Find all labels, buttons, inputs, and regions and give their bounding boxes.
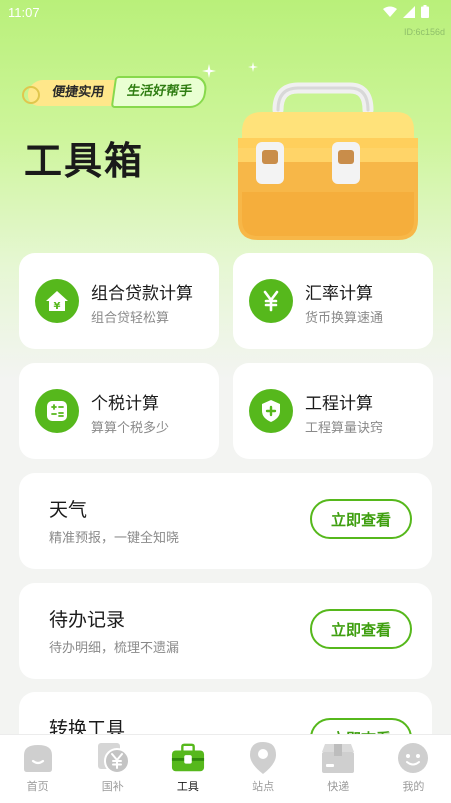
tag-convenient: 便捷实用 [26, 80, 120, 106]
tool-card-engineering[interactable]: 工程计算 工程算量诀窍 [233, 363, 433, 459]
hero-tags: 便捷实用 生活好帮手 [22, 76, 218, 108]
status-time: 11:07 [8, 5, 40, 20]
tab-label: 我的 [402, 780, 425, 793]
sparkle-icon [202, 64, 216, 78]
house-yen-icon: ¥ [35, 279, 79, 323]
yen-coin-icon [96, 741, 130, 775]
tool-card-income-tax[interactable]: 个税计算 算算个税多少 [19, 363, 219, 459]
view-now-button[interactable]: 立即查看 [310, 609, 412, 649]
tool-subtitle: 组合贷轻松算 [91, 311, 170, 326]
tag-life-helper: 生活好帮手 [110, 76, 209, 108]
toolbox-icon [171, 741, 205, 775]
tool-subtitle: 工程算量诀窍 [305, 421, 384, 436]
status-bar: 11:07 [0, 0, 451, 26]
svg-text:¥: ¥ [54, 301, 61, 312]
toolbox-illustration [238, 82, 418, 240]
feature-subtitle: 待办明细，梳理不遗漏 [49, 641, 180, 656]
calculator-icon [35, 389, 79, 433]
bottom-tab-bar: 首页 国补 工具 站点 快递 我的 [0, 734, 451, 803]
yen-icon [249, 279, 293, 323]
ring-decoration-icon [22, 86, 40, 104]
home-icon [21, 741, 55, 775]
page-title: 工具箱 [24, 139, 145, 183]
location-pin-icon [246, 741, 280, 775]
tool-subtitle: 算算个税多少 [91, 421, 170, 436]
tab-label: 站点 [252, 780, 275, 793]
tab-delivery[interactable]: 快递 [301, 735, 376, 803]
feature-subtitle: 精准预报，一键全知晓 [49, 531, 180, 546]
tool-title: 组合贷款计算 [91, 284, 193, 304]
sparkle-icon [248, 62, 258, 72]
tab-stations[interactable]: 站点 [226, 735, 301, 803]
tool-title: 工程计算 [305, 394, 373, 414]
view-now-button[interactable]: 立即查看 [310, 499, 412, 539]
shield-plus-icon [249, 389, 293, 433]
tab-label: 快递 [327, 780, 350, 793]
wifi-icon [383, 6, 397, 17]
tab-profile[interactable]: 我的 [376, 735, 451, 803]
tool-card-exchange-rate[interactable]: 汇率计算 货币换算速通 [233, 253, 433, 349]
tab-tools[interactable]: 工具 [150, 735, 225, 803]
package-icon [321, 741, 355, 775]
tab-label: 国补 [101, 780, 124, 793]
tool-card-combined-loan[interactable]: ¥ 组合贷款计算 组合贷轻松算 [19, 253, 219, 349]
status-icons [383, 5, 429, 18]
tool-subtitle: 货币换算速通 [305, 311, 384, 326]
tab-home[interactable]: 首页 [0, 735, 75, 803]
tool-title: 汇率计算 [305, 284, 373, 304]
feature-card-weather[interactable]: 天气 精准预报，一键全知晓 立即查看 [19, 473, 432, 569]
battery-icon [421, 5, 429, 18]
tab-subsidy[interactable]: 国补 [75, 735, 150, 803]
tab-label: 首页 [26, 780, 49, 793]
page-id: ID:6c156d [403, 27, 445, 37]
feature-title: 天气 [49, 499, 88, 521]
profile-icon [396, 741, 430, 775]
signal-icon [403, 5, 415, 18]
tool-title: 个税计算 [91, 394, 159, 414]
feature-title: 待办记录 [49, 609, 126, 631]
tab-label: 工具 [176, 780, 199, 793]
feature-card-todo[interactable]: 待办记录 待办明细，梳理不遗漏 立即查看 [19, 583, 432, 679]
